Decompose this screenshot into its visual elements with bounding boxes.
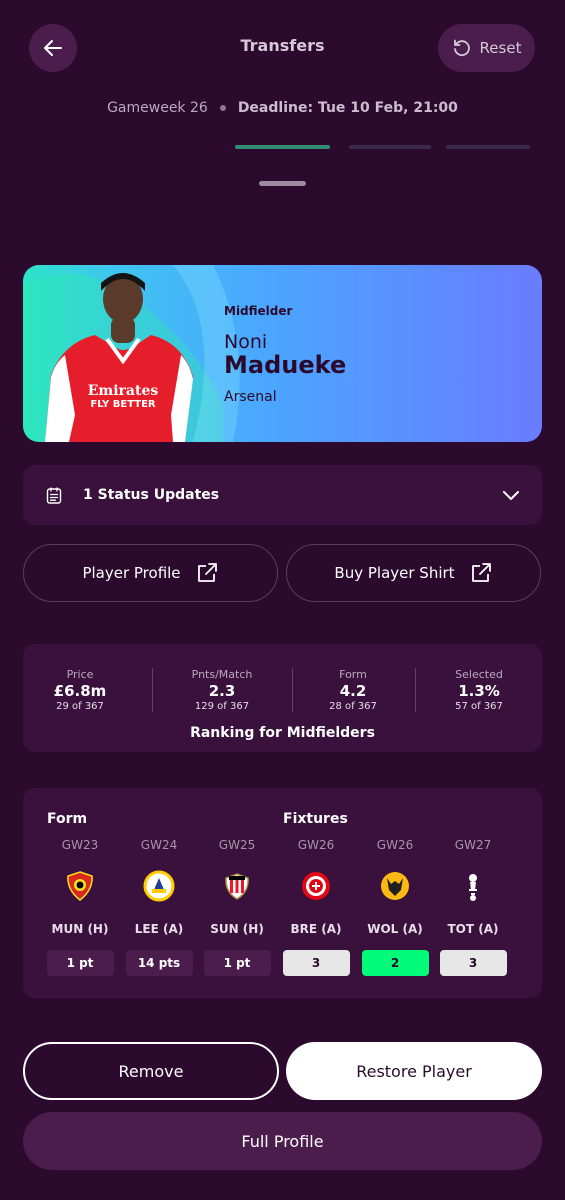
stat-price: Price £6.8m 29 of 367	[25, 668, 135, 712]
stat-form: Form 4.2 28 of 367	[298, 668, 408, 712]
restore-player-button[interactable]: Restore Player	[286, 1042, 542, 1100]
fixture-difficulty-pill: 3	[439, 950, 507, 976]
gameweek-bar: Gameweek 26 Deadline: Tue 10 Feb, 21:00	[0, 100, 565, 116]
opponent-label: MUN (H)	[51, 922, 109, 936]
player-last-name: Madueke	[224, 351, 347, 379]
gameweek-label: GW25	[218, 838, 256, 852]
stat-label: Price	[66, 668, 94, 681]
stat-value: 1.3%	[458, 682, 500, 700]
document-icon	[46, 487, 62, 504]
form-points-pill: 1 pt	[203, 950, 271, 976]
form-column-gw25: GW25 SUN (H) 1 pt	[203, 838, 271, 976]
external-link-icon	[197, 563, 217, 582]
fixtures-title: Fixtures	[283, 811, 348, 827]
separator-dot	[219, 105, 226, 111]
status-updates-label: 1 Status Updates	[83, 487, 220, 503]
stat-value: £6.8m	[53, 682, 107, 700]
gameweek-label: GW26	[376, 838, 414, 852]
reset-label: Reset	[479, 39, 522, 57]
pitch-edge	[349, 145, 431, 149]
gameweek-label: GW23	[61, 838, 99, 852]
buy-shirt-button[interactable]: Buy Player Shirt	[286, 544, 541, 602]
divider	[292, 668, 293, 712]
player-position: Midfielder	[224, 304, 293, 318]
opponent-label: TOT (A)	[447, 922, 499, 936]
ranking-caption: Ranking for Midfielders	[190, 725, 375, 741]
opponent-label: BRE (A)	[290, 922, 342, 936]
stat-rank: 57 of 367	[455, 701, 503, 712]
divider	[415, 668, 416, 712]
stat-selected: Selected 1.3% 57 of 367	[424, 668, 534, 712]
stat-rank: 129 of 367	[194, 701, 250, 712]
man-utd-crest-icon	[64, 870, 96, 902]
stat-label: Selected	[455, 668, 503, 681]
player-team: Arsenal	[224, 389, 277, 405]
player-profile-button[interactable]: Player Profile	[23, 544, 278, 602]
brentford-crest-icon	[300, 870, 332, 902]
opponent-label: WOL (A)	[367, 922, 423, 936]
reset-icon	[453, 39, 470, 57]
full-profile-button[interactable]: Full Profile	[23, 1112, 542, 1170]
stat-rank: 28 of 367	[329, 701, 377, 712]
form-points-pill: 14 pts	[125, 950, 193, 976]
reset-button[interactable]: Reset	[438, 24, 535, 72]
stat-label: Form	[339, 668, 367, 681]
form-column-gw23: GW23 MUN (H) 1 pt	[46, 838, 114, 976]
pitch-edge	[235, 145, 330, 149]
buy-shirt-label: Buy Player Shirt	[334, 564, 455, 582]
gameweek-label: GW27	[454, 838, 492, 852]
stat-rank: 29 of 367	[56, 701, 104, 712]
gameweek-label: GW26	[297, 838, 335, 852]
fixture-difficulty-pill: 3	[282, 950, 350, 976]
leeds-crest-icon	[143, 870, 175, 902]
divider	[152, 668, 153, 712]
chevron-down-icon[interactable]	[502, 488, 520, 502]
stat-value: 4.2	[339, 682, 367, 700]
opponent-label: LEE (A)	[134, 922, 184, 936]
stat-points-per-match: Pnts/Match 2.3 129 of 367	[167, 668, 277, 712]
fixture-column-tot: GW27 TOT (A) 3	[439, 838, 507, 976]
shirt-sponsor-line2: FLY BETTER	[90, 399, 156, 410]
gameweek-label: Gameweek 26	[107, 100, 208, 116]
opponent-label: SUN (H)	[210, 922, 264, 936]
form-points-pill: 1 pt	[46, 950, 114, 976]
deadline-label: Deadline: Tue 10 Feb, 21:00	[237, 100, 458, 116]
tottenham-crest-icon	[457, 870, 489, 902]
form-column-gw24: GW24 LEE (A) 14 pts	[125, 838, 193, 976]
shirt-sponsor: Emirates FLY BETTER	[71, 383, 175, 410]
stat-value: 2.3	[208, 682, 236, 700]
wolves-crest-icon	[379, 870, 411, 902]
pitch-edge	[446, 145, 530, 149]
gameweek-label: GW24	[140, 838, 178, 852]
sheet-grab-handle[interactable]	[259, 181, 306, 186]
shirt-sponsor-line1: Emirates	[87, 383, 159, 399]
fixture-column-bre: GW26 BRE (A) 3	[282, 838, 350, 976]
sunderland-crest-icon	[221, 870, 253, 902]
external-link-icon	[471, 563, 491, 582]
player-profile-label: Player Profile	[82, 564, 181, 582]
form-title: Form	[47, 811, 88, 827]
stat-label: Pnts/Match	[191, 668, 253, 681]
fixture-column-wol: GW26 WOL (A) 2	[361, 838, 429, 976]
remove-button[interactable]: Remove	[23, 1042, 279, 1100]
player-first-name: Noni	[224, 331, 268, 353]
fixture-difficulty-pill: 2	[361, 950, 429, 976]
